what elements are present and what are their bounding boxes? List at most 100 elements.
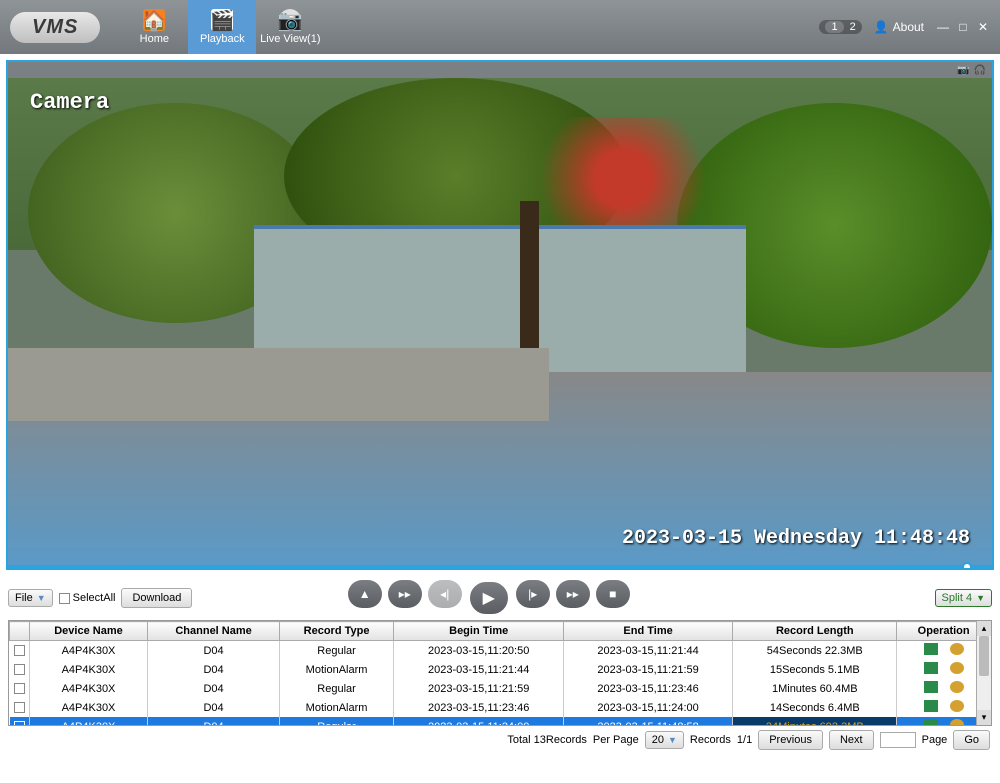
video-viewport[interactable]: 📷 🎧 Camera 2023-03-15 Wednesday 11:48:48 — [6, 60, 994, 570]
scroll-down-button[interactable]: ▾ — [977, 710, 991, 725]
table-row[interactable]: A4P4K30XD04Regular2023-03-15,11:21:59202… — [10, 679, 991, 698]
cell-channel: D04 — [148, 679, 279, 698]
per-page-value: 20 — [652, 734, 664, 746]
snapshot-icon[interactable]: 📷 — [957, 65, 969, 76]
video-frame — [8, 78, 992, 568]
play-button[interactable]: ▶ — [468, 580, 510, 616]
close-button[interactable]: ✕ — [976, 20, 990, 34]
page-input[interactable] — [880, 732, 916, 748]
go-button[interactable]: Go — [953, 730, 990, 750]
video-progress[interactable] — [8, 565, 992, 568]
download-icon[interactable] — [924, 700, 938, 712]
titlebar: VMS 🏠 Home 🎬 Playback 📷 Live View(1) 1 2… — [0, 0, 1000, 54]
col-type[interactable]: Record Type — [279, 622, 394, 641]
page-info: 1/1 — [737, 734, 752, 746]
maximize-button[interactable]: □ — [956, 20, 970, 34]
table-row[interactable]: A4P4K30XD04MotionAlarm2023-03-15,11:23:4… — [10, 698, 991, 717]
per-page-label: Per Page — [593, 734, 639, 746]
col-begin[interactable]: Begin Time — [394, 622, 563, 641]
download-icon[interactable] — [924, 662, 938, 674]
row-checkbox[interactable] — [14, 683, 25, 694]
prev-frame-button[interactable]: ◂| — [428, 580, 462, 608]
download-icon[interactable] — [924, 643, 938, 655]
chevron-down-icon: ▼ — [976, 593, 985, 603]
tab-home-label: Home — [140, 33, 169, 45]
row-checkbox[interactable] — [14, 645, 25, 656]
col-length[interactable]: Record Length — [733, 622, 897, 641]
table-row[interactable]: A4P4K30XD04MotionAlarm2023-03-15,11:21:4… — [10, 660, 991, 679]
minimize-button[interactable]: — — [936, 20, 950, 34]
records-table: Device Name Channel Name Record Type Beg… — [9, 621, 991, 726]
file-label: File — [15, 592, 33, 604]
row-checkbox[interactable] — [14, 702, 25, 713]
about-button[interactable]: 👤 About — [874, 20, 924, 34]
home-icon: 🏠 — [143, 9, 165, 31]
cell-end: 2023-03-15,11:21:44 — [563, 641, 732, 661]
split-dropdown[interactable]: Split 4 ▼ — [935, 589, 993, 607]
tab-liveview-label: Live View(1) — [260, 33, 320, 45]
cell-begin: 2023-03-15,11:24:00 — [394, 717, 563, 726]
chevron-down-icon: ▼ — [37, 593, 46, 603]
cell-type: Regular — [279, 679, 394, 698]
chevron-down-icon: ▼ — [668, 735, 677, 745]
rewind-button[interactable]: ▸▸ — [388, 580, 422, 608]
cell-device: A4P4K30X — [29, 698, 148, 717]
clock-icon[interactable] — [950, 719, 964, 726]
cell-channel: D04 — [148, 660, 279, 679]
download-icon[interactable] — [924, 681, 938, 693]
eject-button[interactable]: ▲ — [348, 580, 382, 608]
tab-liveview[interactable]: 📷 Live View(1) — [256, 0, 324, 54]
cell-begin: 2023-03-15,11:21:59 — [394, 679, 563, 698]
cell-end: 2023-03-15,11:48:58 — [563, 717, 732, 726]
clock-icon[interactable] — [950, 681, 964, 693]
download-icon[interactable] — [924, 719, 938, 726]
about-label: About — [893, 20, 924, 34]
scroll-thumb[interactable] — [979, 636, 989, 676]
table-row[interactable]: A4P4K30XD04Regular2023-03-15,11:24:00202… — [10, 717, 991, 726]
row-checkbox[interactable] — [14, 721, 25, 726]
cell-channel: D04 — [148, 717, 279, 726]
cell-type: Regular — [279, 717, 394, 726]
col-channel[interactable]: Channel Name — [148, 622, 279, 641]
previous-button[interactable]: Previous — [758, 730, 823, 750]
next-button[interactable]: Next — [829, 730, 874, 750]
next-frame-button[interactable]: |▸ — [516, 580, 550, 608]
row-checkbox[interactable] — [14, 664, 25, 675]
scroll-up-button[interactable]: ▴ — [977, 621, 991, 636]
cell-channel: D04 — [148, 641, 279, 661]
cell-end: 2023-03-15,11:24:00 — [563, 698, 732, 717]
vertical-scrollbar[interactable]: ▴ ▾ — [976, 621, 991, 725]
fast-forward-button[interactable]: ▸▸ — [556, 580, 590, 608]
select-all-checkbox[interactable]: SelectAll — [59, 592, 116, 604]
clock-icon[interactable] — [950, 643, 964, 655]
cell-begin: 2023-03-15,11:21:44 — [394, 660, 563, 679]
tab-playback[interactable]: 🎬 Playback — [188, 0, 256, 54]
counter-2: 2 — [850, 21, 856, 33]
records-word: Records — [690, 734, 731, 746]
video-topbar: 📷 🎧 — [8, 62, 992, 78]
col-end[interactable]: End Time — [563, 622, 732, 641]
records-table-container: Device Name Channel Name Record Type Beg… — [8, 620, 992, 726]
audio-icon[interactable]: 🎧 — [974, 65, 986, 76]
playback-controls: ▲ ▸▸ ◂| ▶ |▸ ▸▸ ■ — [348, 580, 630, 616]
download-button[interactable]: Download — [121, 588, 192, 608]
page-label: Page — [922, 734, 948, 746]
liveview-icon: 📷 — [279, 9, 301, 31]
cell-device: A4P4K30X — [29, 641, 148, 661]
cell-begin: 2023-03-15,11:20:50 — [394, 641, 563, 661]
user-icon: 👤 — [874, 20, 889, 34]
table-row[interactable]: A4P4K30XD04Regular2023-03-15,11:20:50202… — [10, 641, 991, 661]
col-device[interactable]: Device Name — [29, 622, 148, 641]
stop-button[interactable]: ■ — [596, 580, 630, 608]
playback-icon: 🎬 — [211, 9, 233, 31]
alarm-counter[interactable]: 1 2 — [819, 20, 861, 34]
select-all-label: SelectAll — [73, 592, 116, 604]
cell-type: MotionAlarm — [279, 698, 394, 717]
tab-home[interactable]: 🏠 Home — [120, 0, 188, 54]
cell-end: 2023-03-15,11:21:59 — [563, 660, 732, 679]
file-dropdown[interactable]: File ▼ — [8, 589, 53, 607]
video-progress-handle[interactable] — [962, 562, 972, 570]
clock-icon[interactable] — [950, 700, 964, 712]
clock-icon[interactable] — [950, 662, 964, 674]
per-page-select[interactable]: 20 ▼ — [645, 731, 684, 749]
